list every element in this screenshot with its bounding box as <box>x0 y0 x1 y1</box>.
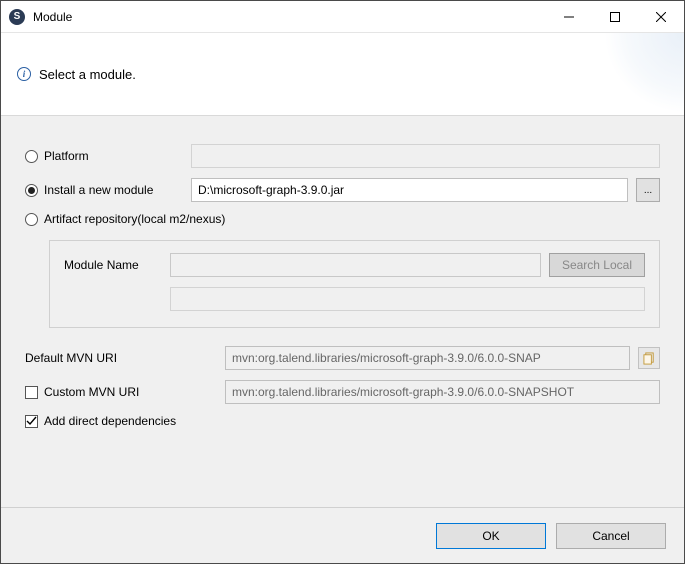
default-uri-row: Default MVN URI <box>25 346 660 370</box>
module-dropdown <box>170 287 645 311</box>
install-label: Install a new module <box>44 183 153 197</box>
platform-radio[interactable] <box>25 150 38 163</box>
module-dropdown-row <box>64 287 645 311</box>
default-uri-label: Default MVN URI <box>25 351 217 365</box>
info-icon: i <box>17 67 31 81</box>
maximize-button[interactable] <box>592 1 638 33</box>
artifact-label: Artifact repository(local m2/nexus) <box>44 212 225 226</box>
app-icon: S <box>9 9 25 25</box>
close-button[interactable] <box>638 1 684 33</box>
artifact-radio[interactable] <box>25 213 38 226</box>
add-deps-label: Add direct dependencies <box>44 414 176 428</box>
custom-uri-input <box>225 380 660 404</box>
titlebar: S Module <box>1 1 684 33</box>
decorative-corner <box>604 33 684 113</box>
browse-button[interactable]: ... <box>636 178 660 202</box>
option-platform-row: Platform <box>25 144 660 168</box>
install-radio[interactable] <box>25 184 38 197</box>
dialog-footer: OK Cancel <box>1 507 684 563</box>
module-name-input <box>170 253 541 277</box>
minimize-button[interactable] <box>546 1 592 33</box>
ok-button[interactable]: OK <box>436 523 546 549</box>
search-local-button: Search Local <box>549 253 645 277</box>
platform-radio-group[interactable]: Platform <box>25 149 183 163</box>
option-artifact-row: Artifact repository(local m2/nexus) <box>25 212 660 226</box>
module-name-label: Module Name <box>64 258 162 272</box>
module-name-panel: Module Name Search Local <box>49 240 660 328</box>
copy-uri-button[interactable] <box>638 347 660 369</box>
platform-select <box>191 144 660 168</box>
custom-uri-label-wrap[interactable]: Custom MVN URI <box>25 385 217 399</box>
custom-uri-checkbox[interactable] <box>25 386 38 399</box>
window-title: Module <box>33 10 72 24</box>
add-deps-row[interactable]: Add direct dependencies <box>25 414 660 428</box>
option-install-row: Install a new module ... <box>25 178 660 202</box>
module-name-row: Module Name Search Local <box>64 253 645 277</box>
install-radio-group[interactable]: Install a new module <box>25 183 183 197</box>
install-path-input[interactable] <box>191 178 628 202</box>
copy-icon <box>643 352 656 365</box>
custom-uri-row: Custom MVN URI <box>25 380 660 404</box>
header-message: Select a module. <box>39 67 136 82</box>
check-icon <box>26 416 37 427</box>
dialog-body: Platform Install a new module ... Artifa… <box>1 115 684 507</box>
add-deps-checkbox[interactable] <box>25 415 38 428</box>
cancel-button[interactable]: Cancel <box>556 523 666 549</box>
artifact-radio-group[interactable]: Artifact repository(local m2/nexus) <box>25 212 225 226</box>
dialog-header: i Select a module. <box>1 33 684 115</box>
platform-label: Platform <box>44 149 89 163</box>
default-uri-input <box>225 346 630 370</box>
custom-uri-label: Custom MVN URI <box>44 385 139 399</box>
